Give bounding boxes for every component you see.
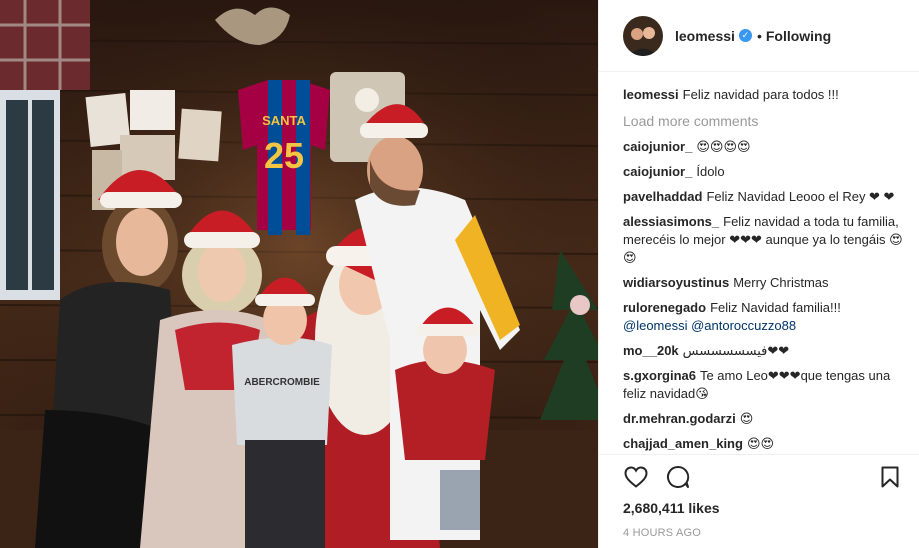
post-caption: leomessi Feliz navidad para todos !!!: [623, 86, 903, 104]
jersey-name: SANTA: [262, 113, 306, 128]
verified-checkmark: ✓: [741, 30, 750, 40]
comment-icon-glyph: [667, 465, 690, 488]
comment-text: 😍😍😍😍: [696, 139, 751, 154]
comment-item: s.gxorgina6 Te amo Leo❤❤❤que tengas una f…: [623, 367, 903, 403]
comment-item: mo__20k فيسسسسسس❤❤: [623, 342, 903, 360]
comment-item: widiarsoyustinus Merry Christmas: [623, 274, 903, 292]
heart-icon[interactable]: [623, 464, 649, 490]
post-header: leomessi ✓ • Following: [599, 0, 919, 72]
avatar-image: [623, 15, 663, 56]
shirt-print: ABERCROMBIE: [244, 377, 320, 388]
family-christmas-photo: SANTA 25 ABERCROMBIE: [0, 0, 598, 548]
comment-text: 😍: [739, 411, 754, 426]
comment-text: 😍😍: [746, 436, 775, 451]
comment-item: alessiasimons_ Feliz navidad a toda tu fa…: [623, 213, 903, 267]
bookmark-icon-glyph: [881, 466, 899, 488]
comment-text: Merry Christmas: [733, 275, 829, 290]
comment-username[interactable]: widiarsoyustinus: [623, 275, 729, 290]
comment-username[interactable]: chajjad_amen_king: [623, 436, 743, 451]
comment-username[interactable]: pavelhaddad: [623, 189, 702, 204]
post-photo[interactable]: SANTA 25 ABERCROMBIE: [0, 0, 598, 548]
comment-bubble-icon[interactable]: [665, 464, 691, 490]
comment-text: Feliz Navidad familia!!!: [710, 300, 841, 315]
comment-item: chajjad_amen_king 😍😍: [623, 435, 903, 453]
following-button[interactable]: Following: [766, 28, 831, 44]
load-more-comments-button[interactable]: Load more comments: [623, 112, 903, 130]
action-icons-row: [623, 455, 903, 499]
comment-username[interactable]: dr.mehran.godarzi: [623, 411, 736, 426]
likes-count[interactable]: 2,680,411 likes: [623, 499, 903, 517]
post-sidebar: leomessi ✓ • Following leomessi Feliz nav…: [598, 0, 919, 548]
comment-text: Ídolo: [696, 164, 725, 179]
instagram-post: SANTA 25 ABERCROMBIE leomessi ✓ • Follow…: [0, 0, 919, 548]
comment-item: dr.mehran.godarzi 😍: [623, 410, 903, 428]
comment-item: caiojunior_ 😍😍😍😍: [623, 138, 903, 156]
caption-username[interactable]: leomessi: [623, 87, 679, 102]
comments-list[interactable]: leomessi Feliz navidad para todos !!! Loa…: [599, 72, 919, 454]
comment-text: فيسسسسسس❤❤: [682, 343, 790, 358]
comment-item: caiojunior_ Ídolo: [623, 163, 903, 181]
plaid-curtain: [0, 0, 90, 90]
comment-mention[interactable]: @leomessi @antoroccuzzo88: [623, 318, 796, 333]
comment-username[interactable]: alessiasimons_: [623, 214, 719, 229]
comment-username[interactable]: mo__20k: [623, 343, 679, 358]
caption-text: Feliz navidad para todos !!!: [682, 87, 839, 102]
post-timestamp[interactable]: 4 HOURS AGO: [623, 527, 903, 539]
heart-icon-glyph: [624, 466, 648, 488]
post-actions: 2,680,411 likes 4 HOURS AGO: [599, 454, 919, 548]
separator-dot: •: [756, 27, 762, 44]
comment-username[interactable]: s.gxorgina6: [623, 368, 696, 383]
comment-username[interactable]: caiojunior_: [623, 139, 692, 154]
comment-username[interactable]: caiojunior_: [623, 164, 692, 179]
comment-entries: caiojunior_ 😍😍😍😍 caiojunior_ Ídolo pavelhadd…: [623, 138, 903, 453]
comment-item: rulorenegado Feliz Navidad familia!!! @leo…: [623, 299, 903, 335]
comment-username[interactable]: rulorenegado: [623, 300, 706, 315]
bookmark-icon[interactable]: [877, 464, 903, 490]
avatar[interactable]: [623, 15, 663, 56]
comment-text: Feliz Navidad Leooo el Rey ❤ ❤: [706, 189, 895, 204]
comment-item: pavelhaddad Feliz Navidad Leooo el Rey ❤ …: [623, 188, 903, 206]
author-username[interactable]: leomessi: [675, 28, 735, 44]
jersey-number: 25: [264, 135, 304, 176]
verified-badge-icon: ✓: [738, 29, 752, 42]
